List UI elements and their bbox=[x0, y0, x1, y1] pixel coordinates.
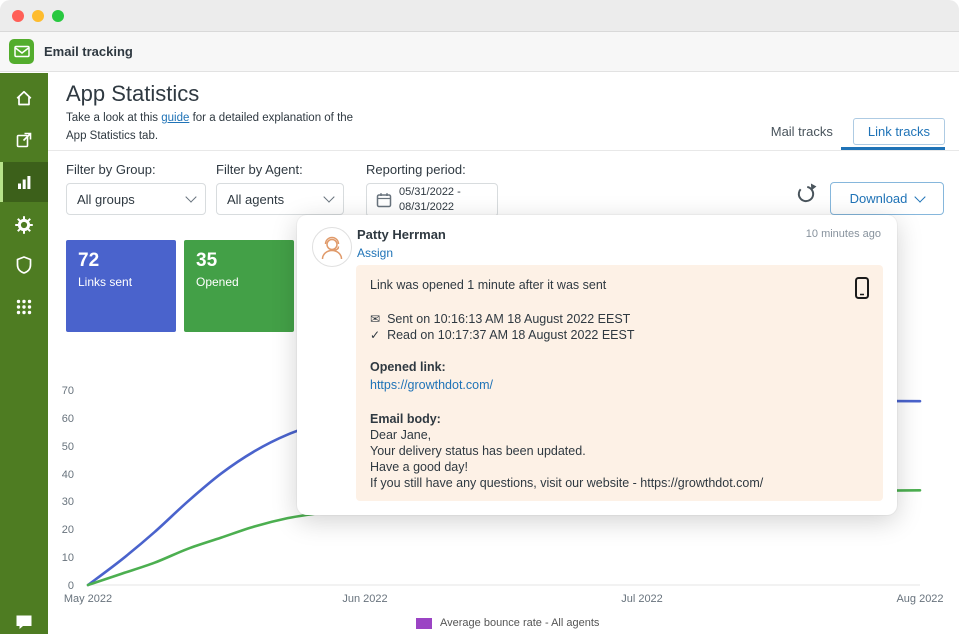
group-select[interactable]: All groups bbox=[66, 183, 206, 215]
stat-label: Opened bbox=[196, 275, 239, 289]
opened-link-label: Opened link: bbox=[370, 360, 446, 374]
tracking-details-box: Link was opened 1 minute after it was se… bbox=[356, 265, 883, 501]
shield-icon bbox=[16, 256, 32, 274]
sidebar-item-feedback[interactable] bbox=[0, 604, 48, 634]
tracking-detail-popup: Patty Herrman Assign 10 minutes ago Link… bbox=[297, 215, 897, 515]
filter-agent-label: Filter by Agent: bbox=[216, 162, 303, 177]
calendar-icon bbox=[376, 193, 392, 208]
home-icon bbox=[16, 90, 32, 106]
page-title: App Statistics bbox=[66, 81, 200, 106]
sidebar-item-settings[interactable] bbox=[0, 207, 48, 243]
window-titlebar bbox=[0, 0, 959, 32]
chevron-down-icon bbox=[185, 191, 197, 203]
tracks-tabs: Mail tracks Link tracks bbox=[763, 118, 945, 145]
app-title: Email tracking bbox=[44, 44, 133, 59]
chat-icon bbox=[16, 615, 32, 629]
header-divider bbox=[48, 150, 959, 151]
stat-card-links-sent: 72 Links sent bbox=[66, 240, 176, 332]
email-body-line: If you still have any questions, visit o… bbox=[370, 476, 764, 490]
stat-label: Links sent bbox=[78, 275, 133, 289]
refresh-button[interactable] bbox=[795, 183, 817, 205]
avatar bbox=[312, 227, 352, 267]
sidebar-item-statistics[interactable] bbox=[0, 162, 48, 202]
support-agent-icon bbox=[321, 236, 343, 260]
chevron-down-icon bbox=[323, 191, 335, 203]
filter-group-label: Filter by Group: bbox=[66, 162, 156, 177]
subtitle-text: Take a look at this bbox=[66, 112, 162, 124]
y-axis-ticks: 70 60 50 40 30 20 10 0 bbox=[50, 385, 74, 592]
check-icon: ✓ bbox=[370, 328, 381, 342]
apps-grid-icon bbox=[16, 299, 32, 315]
read-text: Read on 10:17:37 AM 18 August 2022 EEST bbox=[387, 328, 635, 342]
refresh-icon bbox=[797, 183, 817, 203]
reporting-period-input[interactable]: 05/31/2022 - 08/31/2022 bbox=[366, 183, 498, 217]
sidebar-item-home[interactable] bbox=[0, 80, 48, 116]
reporting-period-value: 05/31/2022 - 08/31/2022 bbox=[399, 186, 461, 213]
email-body-label: Email body: bbox=[370, 412, 441, 426]
stat-card-opened: 35 Opened bbox=[184, 240, 294, 332]
sidebar-item-security[interactable] bbox=[0, 247, 48, 283]
reporting-period-label: Reporting period: bbox=[366, 162, 466, 177]
minimize-window-button[interactable] bbox=[32, 9, 44, 22]
email-body-line: Your delivery status has been updated. bbox=[370, 444, 586, 458]
y-tick: 30 bbox=[61, 496, 74, 509]
author-name: Patty Herrman bbox=[357, 227, 446, 242]
sidebar-item-apps[interactable] bbox=[0, 289, 48, 325]
close-window-button[interactable] bbox=[12, 9, 24, 22]
download-button-label: Download bbox=[849, 191, 908, 206]
agent-select-value: All agents bbox=[227, 191, 285, 207]
tracking-icon bbox=[16, 132, 32, 148]
stat-value: 72 bbox=[78, 250, 100, 271]
x-axis-label: May 2022 bbox=[63, 593, 113, 605]
sidebar bbox=[0, 73, 48, 634]
x-axis-label: Aug 2022 bbox=[896, 593, 944, 605]
y-tick: 70 bbox=[61, 385, 74, 397]
gear-icon bbox=[15, 216, 33, 234]
sent-text: Sent on 10:16:13 AM 18 August 2022 EEST bbox=[387, 312, 631, 326]
y-tick: 0 bbox=[67, 579, 74, 592]
status-text: Link was opened 1 minute after it was se… bbox=[370, 278, 607, 292]
group-select-value: All groups bbox=[77, 191, 135, 207]
x-axis-label: Jul 2022 bbox=[621, 593, 663, 605]
page-subtitle: Take a look at this guide for a detailed… bbox=[66, 110, 362, 146]
x-axis-label: Jun 2022 bbox=[342, 593, 388, 605]
y-tick: 40 bbox=[61, 468, 74, 481]
sidebar-item-tracking[interactable] bbox=[0, 122, 48, 158]
y-tick: 20 bbox=[61, 524, 74, 537]
legend-swatch bbox=[416, 617, 432, 629]
opened-link-url[interactable]: https://growthdot.com/ bbox=[370, 377, 869, 393]
bar-chart-icon bbox=[18, 176, 31, 189]
agent-select[interactable]: All agents bbox=[216, 183, 344, 215]
y-tick: 50 bbox=[61, 440, 74, 453]
email-body-line: Have a good day! bbox=[370, 460, 468, 474]
phone-icon bbox=[855, 277, 869, 299]
y-tick: 10 bbox=[61, 552, 74, 565]
tab-mail-tracks[interactable]: Mail tracks bbox=[763, 119, 841, 144]
chevron-down-icon bbox=[914, 190, 927, 203]
zoom-window-button[interactable] bbox=[52, 9, 64, 22]
timestamp: 10 minutes ago bbox=[805, 228, 881, 240]
download-button[interactable]: Download bbox=[830, 182, 944, 215]
stat-value: 35 bbox=[196, 250, 218, 271]
tab-link-tracks[interactable]: Link tracks bbox=[852, 118, 945, 145]
envelope-icon bbox=[13, 45, 30, 58]
legend-label: Average bounce rate - All agents bbox=[440, 617, 600, 629]
app-logo bbox=[9, 39, 34, 64]
app-header: Email tracking bbox=[0, 32, 959, 72]
email-body-line: Dear Jane, bbox=[370, 428, 432, 442]
assign-link[interactable]: Assign bbox=[357, 246, 393, 260]
guide-link[interactable]: guide bbox=[161, 112, 189, 124]
chart-legend: Average bounce rate - All agents bbox=[416, 617, 599, 629]
envelope-icon: ✉ bbox=[370, 312, 381, 326]
email-tracking-window: Email tracking App Statistics Take a loo… bbox=[0, 0, 959, 634]
y-tick: 60 bbox=[61, 412, 74, 425]
